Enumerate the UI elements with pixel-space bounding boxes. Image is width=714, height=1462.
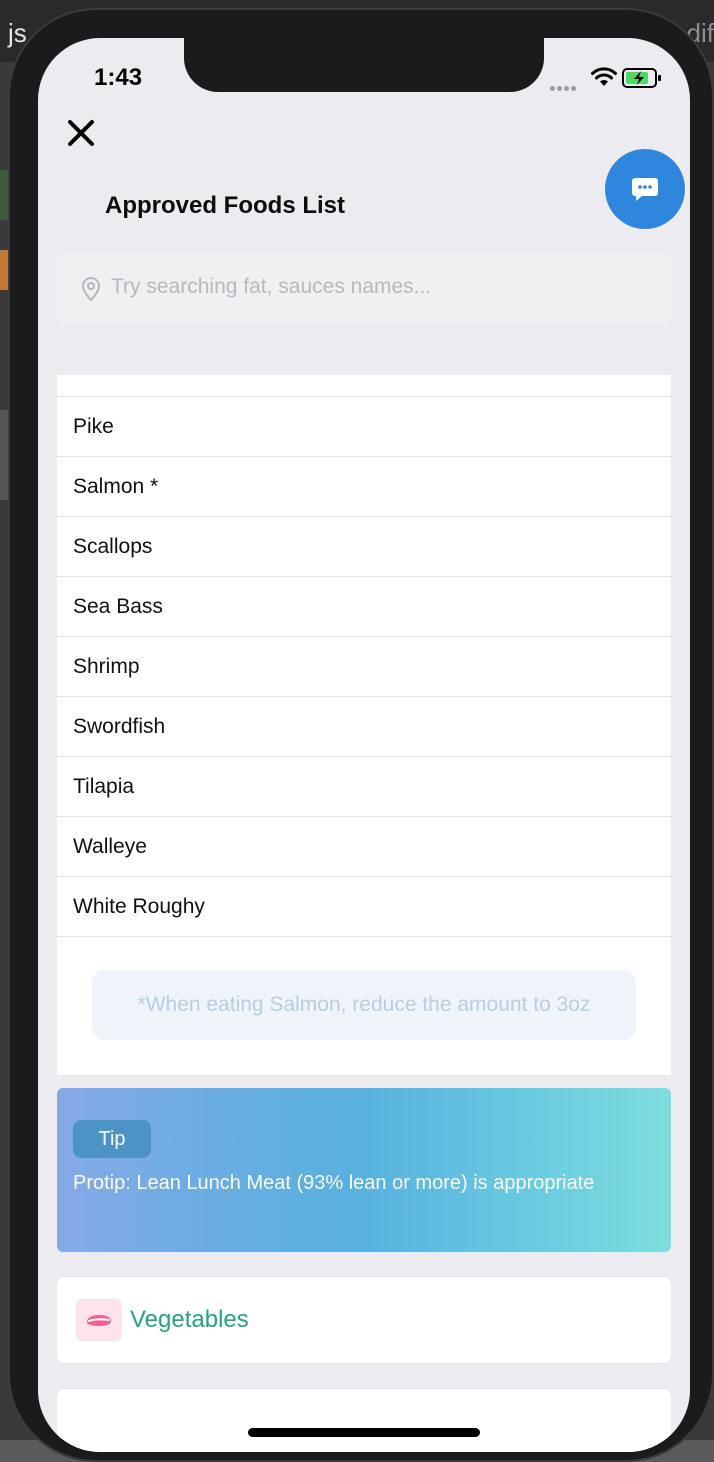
cellular-signal-icon	[550, 78, 582, 91]
meat-icon	[76, 1299, 122, 1341]
device-notch	[184, 38, 544, 92]
food-list-item[interactable]: Shrimp	[57, 637, 671, 697]
app-screen: 1:43 Approved Foods List Try searching f…	[38, 38, 690, 1452]
category-label: Vegetables	[130, 1306, 249, 1333]
status-indicators	[550, 66, 662, 91]
list-divider	[57, 375, 671, 397]
food-list-item[interactable]: Tilapia	[57, 757, 671, 817]
food-list-item[interactable]: Swordfish	[57, 697, 671, 757]
search-input[interactable]	[111, 252, 651, 322]
chat-button[interactable]	[605, 149, 685, 229]
food-list-item[interactable]: Pike	[57, 397, 671, 457]
home-indicator[interactable]	[248, 1428, 480, 1437]
page-title: Approved Foods List	[105, 192, 345, 219]
wifi-icon	[591, 67, 617, 86]
chat-icon	[632, 178, 658, 201]
tip-badge: Tip	[73, 1120, 151, 1158]
food-list-item[interactable]: Sea Bass	[57, 577, 671, 637]
battery-charging-icon	[622, 68, 661, 88]
status-time: 1:43	[94, 64, 143, 91]
search-bar[interactable]	[57, 252, 671, 322]
location-pin-icon	[81, 276, 101, 302]
next-category-card[interactable]	[57, 1389, 671, 1452]
close-icon	[68, 120, 94, 146]
foods-list-card: Pike Salmon * Scallops Sea Bass Shrimp Swordf…	[57, 375, 671, 1075]
tip-card: Tip Protip: Lean Lunch Meat (93% lean or…	[57, 1088, 671, 1252]
salmon-note: *When eating Salmon, reduce the amount t…	[92, 970, 636, 1040]
close-button[interactable]	[64, 116, 98, 150]
food-list-item[interactable]: White Roughy	[57, 877, 671, 937]
category-vegetables[interactable]: Vegetables	[57, 1277, 671, 1363]
food-list-item[interactable]: Salmon *	[57, 457, 671, 517]
foods-list: Pike Salmon * Scallops Sea Bass Shrimp Swordf…	[57, 397, 671, 937]
tip-text: Protip: Lean Lunch Meat (93% lean or mor…	[73, 1172, 595, 1194]
food-list-item[interactable]: Walleye	[57, 817, 671, 877]
food-list-item[interactable]: Scallops	[57, 517, 671, 577]
